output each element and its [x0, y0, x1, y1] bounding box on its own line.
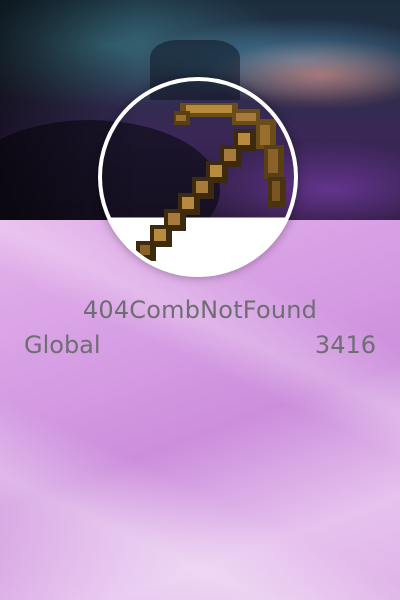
leaderboard-scope-label: Global	[24, 331, 101, 359]
wooden-pickaxe-icon	[136, 103, 286, 261]
leaderboard-score: 3416	[314, 331, 376, 359]
profile-panel	[0, 220, 400, 600]
username: 404CombNotFound	[82, 296, 318, 324]
avatar[interactable]	[98, 77, 298, 277]
